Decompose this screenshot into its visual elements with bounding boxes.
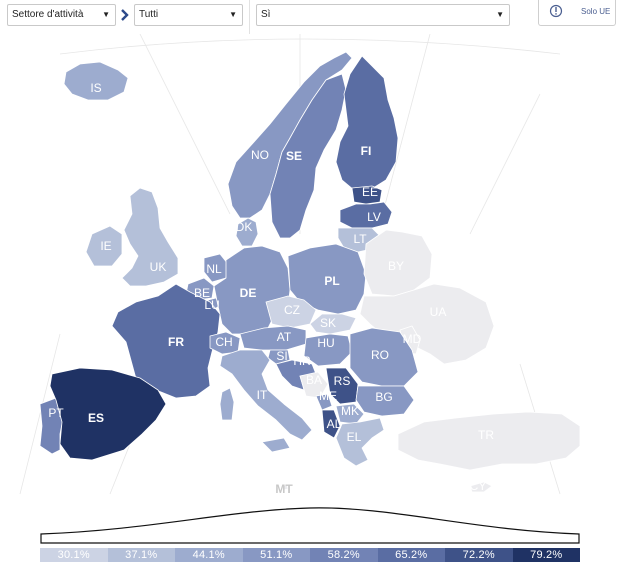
legend-step-7: 72.2% [445, 548, 513, 562]
legend-step-1: 30.1% [40, 548, 108, 562]
country-FI[interactable] [335, 55, 399, 191]
country-SK[interactable] [309, 313, 357, 335]
legend-step-5: 58.2% [310, 548, 378, 562]
country-IS[interactable] [63, 61, 129, 101]
legend-step-4: 51.1% [242, 548, 310, 562]
country-LV[interactable] [339, 201, 393, 229]
eu-only-toggle[interactable]: Solo UE [538, 0, 616, 26]
legend-step-2: 37.1% [107, 548, 175, 562]
legend-step-3: 44.1% [175, 548, 243, 562]
chevron-down-icon: ▼ [496, 10, 504, 19]
distribution-curve [40, 507, 580, 544]
country-HU[interactable] [303, 333, 353, 367]
country-CH[interactable] [209, 331, 241, 355]
country-EL[interactable] [335, 417, 385, 467]
country-CY[interactable] [469, 481, 493, 493]
color-legend: 30.1% 37.1% 44.1% 51.1% 58.2% 65.2% 72.2… [40, 548, 580, 562]
chevron-right-icon [121, 9, 129, 21]
country-NL[interactable] [203, 253, 229, 283]
country-UK[interactable] [121, 187, 179, 287]
answer-select[interactable]: Sì ▼ [256, 4, 510, 26]
legend-step-8: 79.2% [512, 548, 580, 562]
country-DK[interactable] [235, 217, 259, 247]
country-BY[interactable] [363, 229, 433, 297]
subsector-select-value: Tutti [139, 9, 159, 20]
country-AL[interactable] [321, 409, 341, 439]
country-IT-sicily[interactable] [261, 437, 291, 453]
chevron-down-icon: ▼ [229, 10, 237, 19]
sector-select[interactable]: Settore d'attività ▼ [7, 4, 116, 26]
country-IT-sardinia[interactable] [219, 387, 235, 421]
distribution-area [40, 507, 580, 544]
chevron-down-icon: ▼ [102, 10, 110, 19]
europe-choropleth-map: IS NO SE FI EE LV LT DK IE UK NL BE LU D… [19, 34, 581, 496]
country-ME[interactable] [315, 393, 333, 411]
country-BG[interactable] [355, 385, 415, 417]
eu-only-label: Solo UE [581, 7, 611, 16]
country-MK[interactable] [335, 403, 365, 425]
country-TR[interactable] [397, 411, 581, 471]
sector-select-value: Settore d'attività [12, 9, 84, 20]
info-circle-icon [549, 4, 563, 18]
country-MT[interactable] [281, 484, 289, 491]
filter-bar: Settore d'attività ▼ Tutti ▼ Sì ▼ Solo U… [0, 0, 619, 34]
filter-divider [249, 0, 250, 34]
country-IE[interactable] [85, 225, 123, 267]
country-RS[interactable] [325, 367, 359, 405]
country-EE[interactable] [351, 185, 383, 205]
answer-select-value: Sì [261, 9, 271, 20]
country-BA[interactable] [299, 371, 329, 399]
legend-step-6: 65.2% [377, 548, 445, 562]
subsector-select[interactable]: Tutti ▼ [134, 4, 243, 26]
